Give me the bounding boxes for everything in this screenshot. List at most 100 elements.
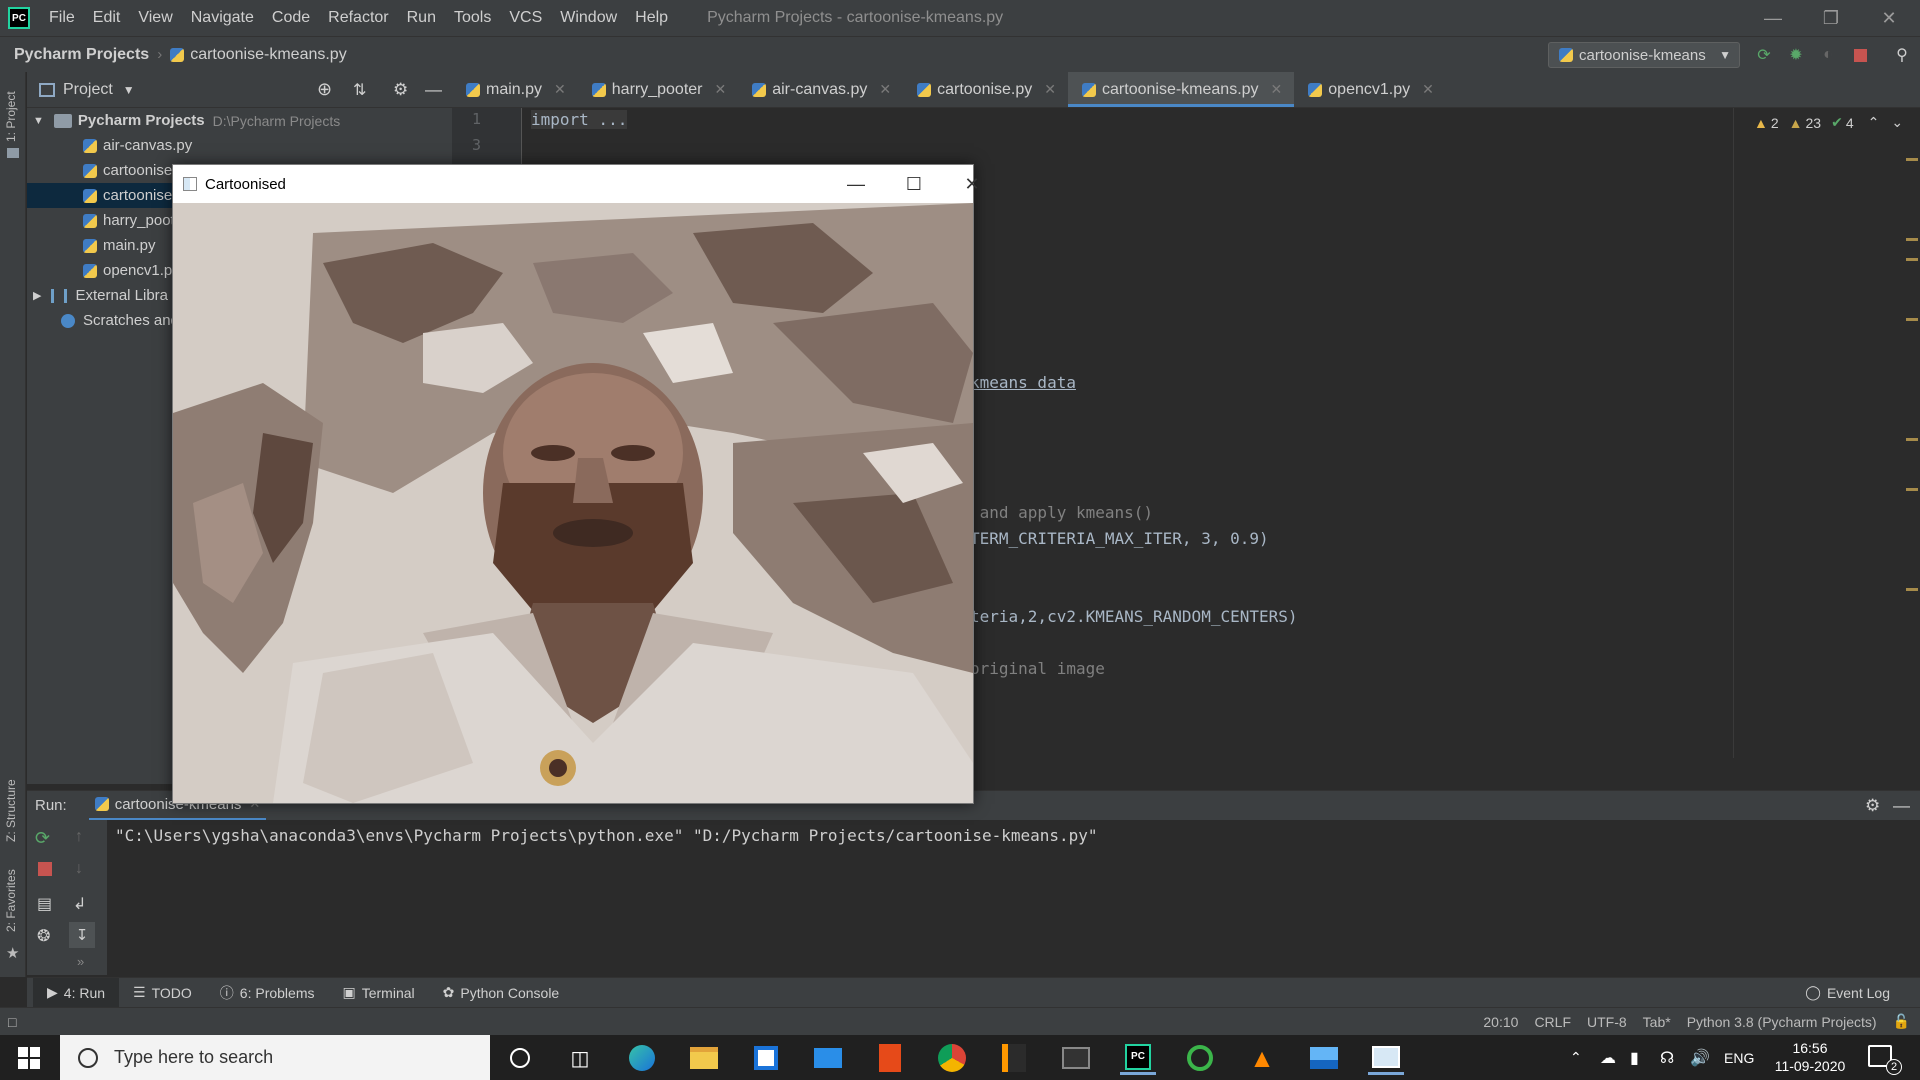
error-stripe-mark[interactable] [1906,438,1918,441]
tab-air-canvas[interactable]: air-canvas.py ✕ [738,72,903,107]
tab-cartoonise[interactable]: cartoonise.py ✕ [903,72,1068,107]
collapse-all-icon[interactable]: ⇅ [353,80,366,100]
clock[interactable]: 16:56 11-09-2020 [1770,1039,1850,1075]
terminal-app-icon[interactable] [1058,1041,1094,1075]
error-stripe-mark[interactable] [1906,488,1918,491]
stop-icon[interactable] [38,862,52,876]
chevron-down-icon[interactable]: ⌄ [1891,114,1903,131]
close-icon[interactable]: ✕ [943,165,1001,203]
close-icon[interactable]: ✕ [1422,81,1434,98]
arrow-down-icon[interactable]: ↓ [75,860,83,878]
windows-start-icon[interactable] [18,1047,40,1069]
menu-refactor[interactable]: Refactor [319,9,397,27]
soft-wrap-icon[interactable]: ↲ [73,894,86,914]
close-icon[interactable]: ✕ [1044,81,1056,98]
tree-file-air-canvas[interactable]: air-canvas.py [27,133,452,158]
arrow-up-icon[interactable]: ↑ [75,828,83,846]
task-view-icon[interactable]: ◫ [562,1041,598,1075]
minimize-icon[interactable]: — [1744,0,1802,36]
gear-icon[interactable]: ⚙ [393,80,408,100]
layout-icon[interactable]: ▤ [37,894,52,914]
volume-icon[interactable]: 🔊 [1690,1035,1710,1080]
tree-root[interactable]: ▼ Pycharm Projects D:\Pycharm Projects [27,108,452,133]
taskbar-search-box[interactable]: Type here to search [60,1035,490,1080]
tab-harry-pooter[interactable]: harry_pooter ✕ [578,72,738,107]
office-icon[interactable] [872,1041,908,1075]
tab-cartoonise-kmeans[interactable]: cartoonise-kmeans.py ✕ [1068,72,1295,107]
error-stripe-mark[interactable] [1906,258,1918,261]
photos-icon[interactable] [1306,1041,1342,1075]
breadcrumb-project[interactable]: Pycharm Projects [0,46,149,64]
menu-file[interactable]: File [40,9,84,27]
rerun-icon[interactable]: ⟳ [35,828,50,849]
edge-browser-icon[interactable] [624,1041,660,1075]
menu-tools[interactable]: Tools [445,9,500,27]
tool-window-run[interactable]: ▶ 4: Run [33,977,120,1008]
stop-icon[interactable] [1850,45,1870,65]
tool-window-event-log[interactable]: ◯ Event Log [1791,978,1904,1008]
close-icon[interactable]: ✕ [879,81,891,98]
caret-position[interactable]: 20:10 [1483,1014,1518,1030]
line-separator[interactable]: CRLF [1534,1014,1571,1030]
debug-icon[interactable]: ✹ [1786,45,1806,65]
run-icon[interactable]: ⟳ [1754,45,1774,65]
file-explorer-icon[interactable] [686,1041,722,1075]
sublime-text-icon[interactable] [996,1041,1032,1075]
error-stripe-mark[interactable] [1906,588,1918,591]
project-tool-button[interactable]: 1: Project [4,91,18,142]
vlc-icon[interactable]: ▲ [1244,1041,1280,1075]
tab-opencv1[interactable]: opencv1.py ✕ [1294,72,1446,107]
pycharm-app-icon[interactable]: PC [1120,1041,1156,1075]
more-icon[interactable]: » [77,954,84,969]
close-icon[interactable]: ✕ [1271,81,1283,98]
python-interpreter[interactable]: Python 3.8 (Pycharm Projects) [1687,1014,1877,1030]
error-stripe-mark[interactable] [1906,158,1918,161]
menu-edit[interactable]: Edit [84,9,130,27]
menu-vcs[interactable]: VCS [500,9,551,27]
panel-toggle-icon[interactable]: □ [8,1014,16,1030]
file-encoding[interactable]: UTF-8 [1587,1014,1627,1030]
indent-setting[interactable]: Tab* [1643,1014,1671,1030]
structure-tool-button[interactable]: Z: Structure [4,779,18,842]
wifi-icon[interactable]: ☊ [1660,1035,1674,1080]
tool-window-problems[interactable]: ⓘ 6: Problems [206,978,329,1008]
hide-icon[interactable]: — [425,80,442,100]
code-import-fold[interactable]: import ... [531,110,628,129]
close-icon[interactable]: ✕ [554,81,566,98]
chrome-icon[interactable] [934,1041,970,1075]
cartoonised-taskbar-icon[interactable] [1368,1041,1404,1075]
menu-view[interactable]: View [129,9,181,27]
chevron-up-icon[interactable]: ⌃ [1868,114,1880,131]
close-icon[interactable]: ✕ [714,81,726,98]
menu-navigate[interactable]: Navigate [182,9,263,27]
cartoonised-window[interactable]: Cartoonised — ☐ ✕ [172,164,980,804]
show-hidden-icons[interactable]: ⌃ [1570,1035,1582,1080]
error-stripe-mark[interactable] [1906,238,1918,241]
menu-code[interactable]: Code [263,9,319,27]
tool-window-terminal[interactable]: ▣ Terminal [329,978,429,1008]
menu-help[interactable]: Help [626,9,677,27]
onedrive-icon[interactable]: ☁ [1600,1035,1616,1080]
coverage-icon[interactable]: ◐ [1818,45,1838,65]
project-panel-title[interactable]: Project [63,81,113,99]
pin-icon[interactable]: ❂ [37,926,50,946]
store-icon[interactable] [748,1041,784,1075]
maximize-icon[interactable]: ☐ [885,165,943,203]
hide-icon[interactable]: — [1893,796,1910,816]
scroll-to-end-icon[interactable]: ↧ [69,922,95,948]
search-icon[interactable]: ⚲ [1892,45,1912,65]
breadcrumb-file[interactable]: cartoonise-kmeans.py [170,46,347,64]
locate-icon[interactable]: ⊕ [317,79,332,100]
run-console[interactable]: "C:\Users\ygsha\anaconda3\envs\Pycharm P… [107,820,1920,975]
chevron-down-icon[interactable]: ▼ [123,83,135,97]
battery-icon[interactable]: ▮ [1630,1035,1639,1080]
tool-window-todo[interactable]: ☰ TODO [119,978,206,1008]
favorites-tool-button[interactable]: 2: Favorites [4,869,18,932]
cortana-icon[interactable] [502,1041,538,1075]
menu-window[interactable]: Window [551,9,626,27]
tool-window-python-console[interactable]: ✿ Python Console [429,978,574,1008]
run-configuration-select[interactable]: cartoonise-kmeans ▼ [1548,42,1740,68]
close-icon[interactable]: ✕ [1860,0,1918,36]
language-indicator[interactable]: ENG [1724,1035,1754,1080]
sync-app-icon[interactable] [1182,1041,1218,1075]
